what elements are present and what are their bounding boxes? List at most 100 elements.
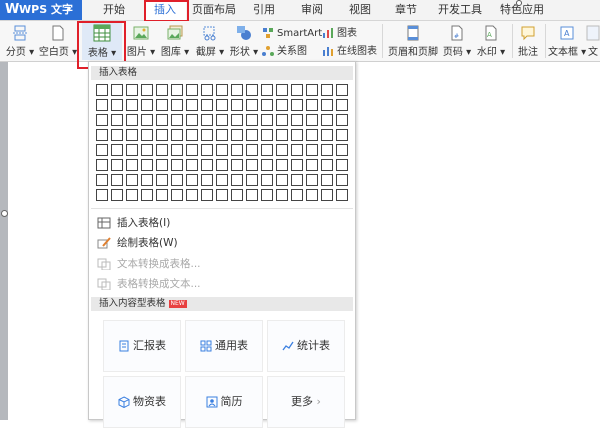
table-grid-cell[interactable] [156,144,168,156]
table-grid-cell[interactable] [186,174,198,186]
table-grid-cell[interactable] [291,114,303,126]
tab-chapter[interactable]: 章节 [386,0,426,20]
table-grid-cell[interactable] [141,189,153,201]
table-grid-cell[interactable] [336,174,348,186]
draw-table-menu-item[interactable]: 绘制表格(W) [97,234,178,252]
table-grid-cell[interactable] [261,144,273,156]
table-grid-cell[interactable] [276,159,288,171]
table-grid-cell[interactable] [186,114,198,126]
table-grid-cell[interactable] [246,84,258,96]
table-grid-cell[interactable] [276,174,288,186]
relation-chart-button[interactable]: 关系图 [262,45,307,59]
gallery-button[interactable]: 图库 ▾ [158,25,192,58]
table-grid-cell[interactable] [171,129,183,141]
table-grid-cell[interactable] [156,189,168,201]
table-grid-cell[interactable] [171,159,183,171]
table-grid-cell[interactable] [126,114,138,126]
table-grid-cell[interactable] [306,189,318,201]
resize-handle[interactable] [1,210,8,217]
table-grid-cell[interactable] [336,189,348,201]
table-grid-cell[interactable] [291,189,303,201]
online-chart-button[interactable]: 在线图表 [322,45,377,59]
watermark-button[interactable]: A 水印 ▾ [474,25,508,58]
table-grid-cell[interactable] [321,99,333,111]
table-grid-cell[interactable] [321,84,333,96]
table-grid-cell[interactable] [306,84,318,96]
table-grid-cell[interactable] [111,114,123,126]
table-grid-cell[interactable] [141,114,153,126]
table-grid-cell[interactable] [336,114,348,126]
table-grid-cell[interactable] [96,144,108,156]
table-grid-cell[interactable] [96,189,108,201]
table-grid-cell[interactable] [336,99,348,111]
table-grid-cell[interactable] [336,159,348,171]
table-grid-cell[interactable] [156,159,168,171]
table-grid-cell[interactable] [171,114,183,126]
shapes-button[interactable]: 形状 ▾ [228,25,260,58]
app-menu-button[interactable]: W WPS 文字 ▾ [0,0,82,20]
table-grid-cell[interactable] [291,84,303,96]
table-grid-cell[interactable] [276,114,288,126]
table-grid-cell[interactable] [216,144,228,156]
table-grid-cell[interactable] [261,189,273,201]
table-grid-cell[interactable] [141,129,153,141]
table-grid-cell[interactable] [156,99,168,111]
table-grid-cell[interactable] [111,189,123,201]
table-grid-cell[interactable] [201,84,213,96]
table-grid-cell[interactable] [186,189,198,201]
table-grid-cell[interactable] [126,159,138,171]
table-grid-cell[interactable] [96,99,108,111]
table-grid-cell[interactable] [186,144,198,156]
header-footer-button[interactable]: 页眉和页脚 [386,25,440,58]
table-grid-cell[interactable] [201,189,213,201]
table-grid-cell[interactable] [231,84,243,96]
table-grid-cell[interactable] [261,99,273,111]
table-grid-cell[interactable] [186,129,198,141]
table-grid-cell[interactable] [216,129,228,141]
table-grid-cell[interactable] [261,114,273,126]
table-grid-cell[interactable] [156,129,168,141]
tab-developer[interactable]: 开发工具 [432,0,488,20]
table-grid-cell[interactable] [291,99,303,111]
text-to-table-menu-item[interactable]: 文本转换成表格... [97,255,201,273]
table-grid-cell[interactable] [96,84,108,96]
table-to-text-menu-item[interactable]: 表格转换成文本... [97,275,201,293]
smartart-button[interactable]: SmartArt [262,27,322,41]
table-grid-cell[interactable] [201,114,213,126]
table-grid-cell[interactable] [141,174,153,186]
table-grid-cell[interactable] [141,84,153,96]
table-grid-cell[interactable] [336,144,348,156]
table-grid-cell[interactable] [246,114,258,126]
more-templates-tile[interactable]: 更多 › [267,376,345,428]
table-grid-cell[interactable] [306,129,318,141]
table-grid-cell[interactable] [321,144,333,156]
table-grid-cell[interactable] [171,144,183,156]
table-grid-cell[interactable] [261,129,273,141]
comment-button[interactable]: 批注 [514,25,542,58]
table-grid-cell[interactable] [216,189,228,201]
table-grid-cell[interactable] [276,144,288,156]
table-grid-cell[interactable] [171,174,183,186]
table-grid-cell[interactable] [126,174,138,186]
table-grid-cell[interactable] [246,99,258,111]
table-grid-cell[interactable] [321,129,333,141]
table-grid-cell[interactable] [246,174,258,186]
table-grid-cell[interactable] [306,159,318,171]
table-grid-cell[interactable] [201,144,213,156]
table-grid-cell[interactable] [231,114,243,126]
table-grid-cell[interactable] [246,159,258,171]
table-grid-cell[interactable] [306,144,318,156]
screenshot-button[interactable]: 截屏 ▾ [194,25,226,58]
table-grid-cell[interactable] [111,174,123,186]
materials-table-tile[interactable]: 物资表 [103,376,181,428]
table-grid-cell[interactable] [111,99,123,111]
table-grid-cell[interactable] [261,174,273,186]
table-grid-cell[interactable] [216,99,228,111]
table-grid-cell[interactable] [171,84,183,96]
table-grid-cell[interactable] [171,189,183,201]
tab-page-layout[interactable]: 页面布局 [189,0,239,20]
table-grid-cell[interactable] [291,129,303,141]
table-grid-cell[interactable] [231,159,243,171]
table-grid-cell[interactable] [111,84,123,96]
table-grid-cell[interactable] [291,174,303,186]
